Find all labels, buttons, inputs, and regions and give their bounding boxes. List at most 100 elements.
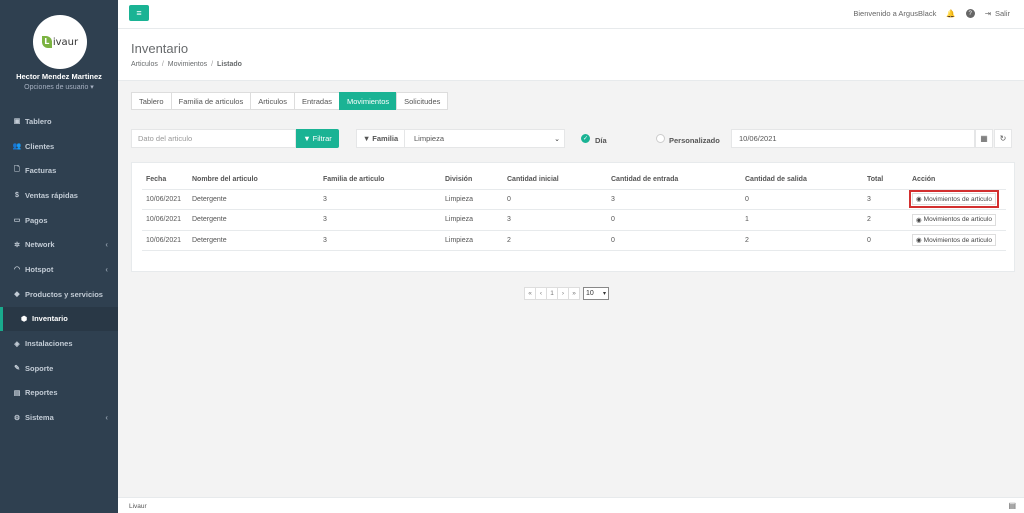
cell-accion: ◉ Movimientos de articulo (908, 230, 1006, 251)
sidebar-item-sistema[interactable]: ⚙ Sistema ‹ (0, 405, 118, 430)
cogs-icon: ⚙ (13, 414, 21, 422)
col-salida: Cantidad de salida (741, 171, 863, 190)
sidebar-item-network[interactable]: ✲ Network ‹ (0, 232, 118, 257)
radio-dia[interactable]: ✓ (581, 134, 590, 143)
sidebar-item-reportes[interactable]: ▤ Reportes (0, 381, 118, 406)
col-fecha: Fecha (142, 171, 188, 190)
sidebar-item-tablero[interactable]: ▣ Tablero (0, 109, 118, 134)
calculator-icon[interactable]: ▤ (1008, 501, 1016, 510)
tab-tablero[interactable]: Tablero (131, 92, 172, 110)
sidebar-item-label: Facturas (25, 166, 57, 176)
cell-nombre: Detergente (188, 230, 319, 251)
leaf-logo-icon: L (41, 36, 52, 48)
cell-total: 0 (863, 230, 908, 251)
tab-solicitudes[interactable]: Solicitudes (396, 92, 449, 110)
cell-familia: 3 (319, 189, 441, 210)
sidebar-item-soporte[interactable]: ✎ Soporte (0, 356, 118, 381)
wrench-icon: ✎ (14, 365, 20, 373)
sidebar-item-hotspot[interactable]: ◠ Hotspot ‹ (0, 257, 118, 282)
article-movements-button[interactable]: ◉ Movimientos de articulo (912, 234, 996, 247)
cell-accion: ◉ Movimientos de articulo (908, 209, 1006, 231)
help-icon[interactable]: ? (965, 9, 975, 18)
wifi-icon: ◠ (13, 266, 21, 274)
cell-inicial: 0 (503, 189, 607, 210)
chevron-left-icon: ‹ (105, 240, 108, 250)
sidebar-item-label: Clientes (25, 141, 55, 151)
sidebar-item-facturas[interactable]: 🗋 Facturas (0, 158, 118, 183)
cell-familia: 3 (319, 209, 441, 231)
movements-panel: Fecha Nombre del articulo Familia de art… (131, 162, 1015, 272)
article-movements-label: Movimientos de articulo (923, 195, 992, 203)
tab-movimientos[interactable]: Movimientos (339, 92, 398, 110)
filter-button[interactable]: ▼ Filtrar (296, 129, 339, 148)
calendar-icon: ▦ (980, 134, 988, 143)
chevron-down-icon: ⌄ (554, 135, 560, 143)
col-entrada: Cantidad de entrada (607, 171, 741, 190)
cell-entrada: 0 (607, 209, 741, 231)
cell-familia: 3 (319, 230, 441, 251)
user-options-dropdown[interactable]: Opciones de usuario ▾ (0, 83, 118, 91)
sidebar-item-ventas-r-pidas[interactable]: $ Ventas rápidas (0, 183, 118, 208)
top-navbar: ≡ Bienvenido a ArgusBlack 🔔 ? ⇥ Salir (118, 0, 1024, 29)
cubes-icon: ⬢ (20, 315, 28, 323)
sidebar-item-instalaciones[interactable]: ◈ Instalaciones (0, 331, 118, 356)
sidebar-item-label: Instalaciones (25, 339, 73, 349)
menu-toggle-button[interactable]: ≡ (129, 5, 149, 21)
sidebar-item-label: Reportes (25, 388, 58, 398)
chevron-left-icon: ‹ (105, 413, 108, 423)
cell-salida: 2 (741, 230, 863, 251)
book-icon: ▤ (13, 389, 21, 397)
sidebar-item-pagos[interactable]: ▭ Pagos (0, 208, 118, 233)
cell-fecha: 10/06/2021 (142, 230, 188, 251)
sidebar-item-label: Ventas rápidas (25, 190, 78, 200)
sidebar-item-productos-y-servicios[interactable]: ◆ Productos y servicios (0, 282, 118, 307)
breadcrumb-articulos[interactable]: Articulos (131, 61, 158, 68)
calendar-button[interactable]: ▦ (975, 129, 993, 148)
sidebar-nav: ▣ Tablero 👥 Clientes 🗋 Facturas $ Ventas rápida… (0, 109, 118, 430)
date-input[interactable]: 10/06/2021 (731, 129, 975, 148)
logout-icon[interactable]: ⇥ (985, 9, 991, 18)
dashboard-icon: ▣ (13, 118, 21, 126)
hamburger-icon: ≡ (136, 8, 142, 18)
tab-articulos[interactable]: Articulos (250, 92, 295, 110)
pagination: « ‹ 1 › » 10 ▾ (524, 287, 609, 300)
familia-select[interactable]: Limpieza ⌄ (404, 129, 565, 148)
article-movements-button[interactable]: ◉ Movimientos de articulo (912, 213, 996, 226)
bell-icon[interactable]: 🔔 (946, 9, 955, 18)
sidebar-item-label: Soporte (25, 363, 54, 373)
page-last-button[interactable]: » (568, 287, 580, 300)
sidebar-item-inventario[interactable]: ⬢ Inventario (0, 306, 118, 332)
cell-inicial: 3 (503, 209, 607, 231)
file-icon: 🗋 (14, 166, 20, 174)
article-movements-button[interactable]: ◉ Movimientos de articulo (909, 190, 999, 209)
radio-personalizado-label: Personalizado (669, 136, 720, 145)
radio-personalizado[interactable] (656, 134, 665, 143)
cell-division: Limpieza (441, 189, 503, 210)
tab-familia-de-articulos[interactable]: Familia de articulos (170, 92, 252, 110)
sidebar-item-clientes[interactable]: 👥 Clientes (0, 134, 118, 159)
eye-icon: ◉ (916, 216, 922, 224)
page-size-select[interactable]: 10 ▾ (583, 287, 609, 300)
cell-total: 2 (863, 209, 908, 231)
tab-entradas[interactable]: Entradas (293, 92, 341, 110)
logout-link[interactable]: Salir (995, 9, 1010, 18)
familia-label-text: Familia (372, 134, 399, 143)
user-name: Hector Mendez Martinez (16, 72, 102, 81)
eye-icon: ◉ (916, 237, 922, 245)
cell-entrada: 3 (607, 189, 741, 210)
funnel-icon: ▼ (362, 134, 371, 143)
cell-accion: ◉ Movimientos de articulo (908, 189, 1006, 210)
cell-fecha: 10/06/2021 (142, 189, 188, 210)
logo-text: ivaur (52, 36, 79, 48)
breadcrumb-movimientos[interactable]: Movimientos (168, 61, 207, 68)
network-icon: ✲ (14, 241, 20, 249)
tools-icon: ◈ (14, 340, 20, 348)
sidebar: L ivaur Hector Mendez Martinez Opciones … (0, 0, 118, 513)
footer: Livaur ▤ (118, 497, 1024, 513)
movements-table: Fecha Nombre del articulo Familia de art… (142, 171, 1006, 251)
article-search-input[interactable]: Dato del articulo (131, 129, 296, 148)
sidebar-item-label: Hotspot (25, 264, 54, 274)
breadcrumb: Articulos / Movimientos / Listado (131, 61, 242, 68)
cell-fecha: 10/06/2021 (142, 209, 188, 231)
refresh-button[interactable]: ↻ (994, 129, 1012, 148)
